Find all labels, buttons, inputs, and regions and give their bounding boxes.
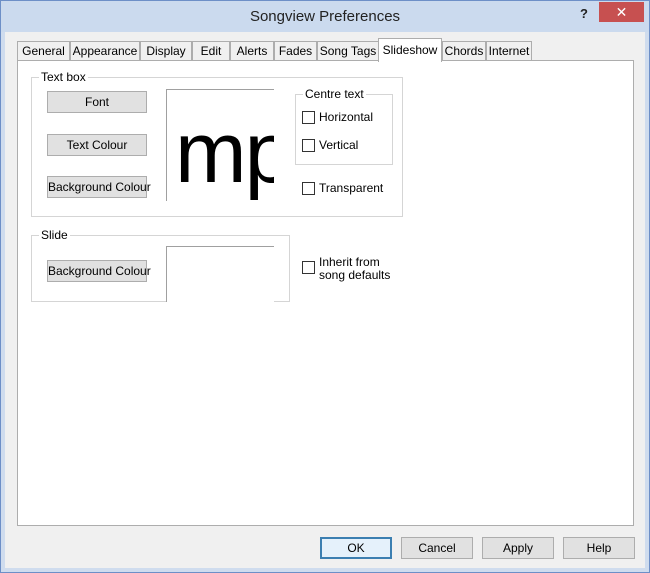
tab-slideshow[interactable]: Slideshow [378, 38, 442, 62]
tab-general[interactable]: General [17, 41, 70, 61]
text-preview-box: mp [166, 89, 274, 201]
vertical-checkbox-box[interactable] [302, 139, 315, 152]
slide-preview-box [166, 246, 274, 302]
centre-text-group: Centre text Horizontal Vertical [295, 87, 393, 165]
inherit-defaults-checkbox-box[interactable] [302, 261, 315, 274]
dialog-client-area: General Appearance Display Edit Alerts F… [9, 32, 643, 566]
title-bar[interactable]: Songview Preferences ? ✕ [1, 1, 649, 32]
horizontal-label: Horizontal [319, 110, 374, 124]
text-colour-button[interactable]: Text Colour [47, 134, 147, 156]
tab-alerts[interactable]: Alerts [230, 41, 274, 61]
tab-fades[interactable]: Fades [274, 41, 317, 61]
transparent-label: Transparent [319, 181, 384, 195]
text-box-group: Text box Font Text Colour Background Col… [31, 70, 403, 217]
tab-appearance[interactable]: Appearance [70, 41, 140, 61]
vertical-label: Vertical [319, 138, 359, 152]
help-icon[interactable]: ? [575, 5, 593, 23]
tab-internet[interactable]: Internet [486, 41, 532, 61]
tab-chords[interactable]: Chords [442, 41, 486, 61]
font-button[interactable]: Font [47, 91, 147, 113]
inherit-label-line2: song defaults [319, 268, 391, 282]
help-button[interactable]: Help [563, 537, 635, 559]
horizontal-checkbox-box[interactable] [302, 111, 315, 124]
slide-group-label: Slide [39, 228, 70, 242]
inherit-defaults-label: Inherit from song defaults [319, 256, 390, 282]
apply-button[interactable]: Apply [482, 537, 554, 559]
transparent-checkbox-box[interactable] [302, 182, 315, 195]
cancel-button[interactable]: Cancel [401, 537, 473, 559]
text-box-group-label: Text box [39, 70, 88, 84]
preferences-window: Songview Preferences ? ✕ General Appeara… [0, 0, 650, 573]
tab-edit[interactable]: Edit [192, 41, 230, 61]
close-button[interactable]: ✕ [599, 2, 644, 22]
slide-group: Slide Background Colour [31, 228, 290, 302]
ok-button[interactable]: OK [320, 537, 392, 559]
tab-display[interactable]: Display [140, 41, 192, 61]
slideshow-panel: Text box Font Text Colour Background Col… [17, 60, 634, 526]
centre-text-group-label: Centre text [303, 87, 366, 101]
window-title: Songview Preferences [249, 8, 401, 25]
text-background-colour-button[interactable]: Background Colour [47, 176, 151, 198]
preview-sample-text: mp [175, 105, 274, 201]
tab-song-tags[interactable]: Song Tags [317, 41, 379, 61]
slide-background-colour-button[interactable]: Background Colour [47, 260, 151, 282]
